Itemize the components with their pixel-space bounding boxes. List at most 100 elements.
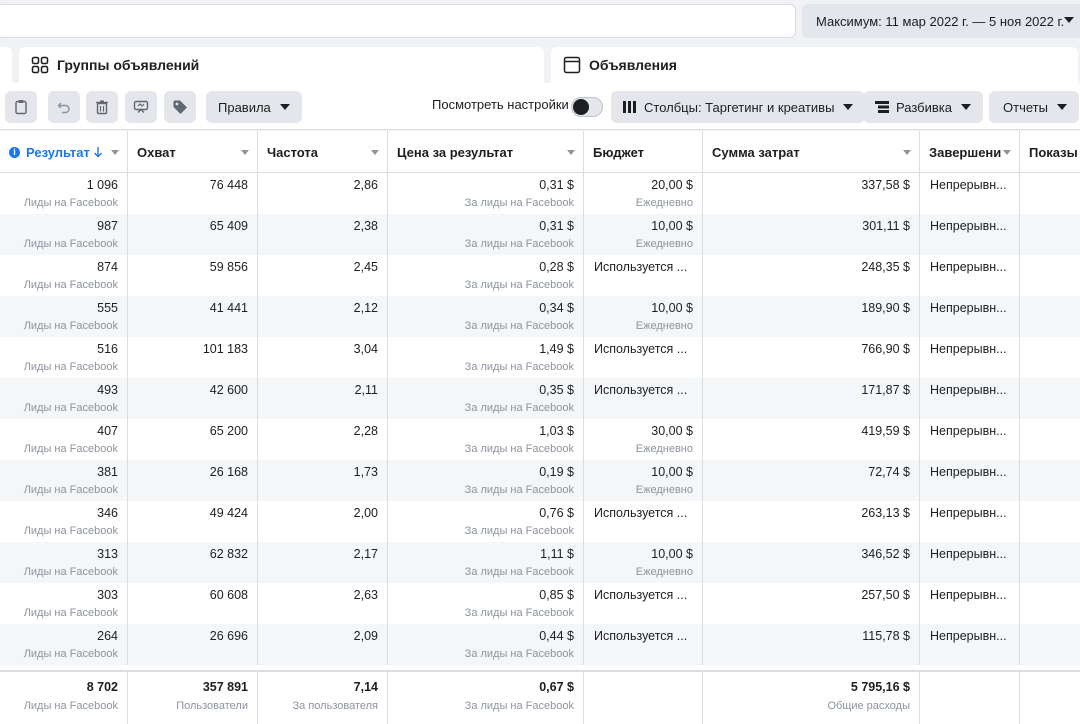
date-range-picker[interactable]: Максимум: 11 мар 2022 г. — 5 ноя 2022 г. <box>802 4 1080 38</box>
cost-per-result-subtitle: За лиды на Facebook <box>464 361 574 373</box>
reach-value: 59 856 <box>209 260 248 274</box>
table-row[interactable]: 264 Лиды на Facebook 26 696 2,09 0,44 $ За ли… <box>0 624 1080 665</box>
budget-value: 10,00 $ <box>651 219 693 233</box>
info-icon: i <box>9 146 20 158</box>
cell-amount-spent: 419,59 $ <box>703 419 920 460</box>
breakdown-dropdown[interactable]: Разбивка <box>863 91 983 123</box>
cell-frequency: 2,09 <box>258 624 388 665</box>
cell-frequency: 2,38 <box>258 214 388 255</box>
cell-ends: Непрерывн... <box>920 296 1020 337</box>
amount-spent-value: 72,74 $ <box>868 465 910 479</box>
column-header-impressions[interactable]: Показы <box>1020 131 1080 173</box>
table-row[interactable]: 313 Лиды на Facebook 62 832 2,17 1,11 $ За ли… <box>0 542 1080 583</box>
delete-button[interactable] <box>86 91 118 123</box>
frequency-value: 1,73 <box>353 465 378 479</box>
cell-cost-per-result: 0,31 $ За лиды на Facebook <box>388 173 584 214</box>
amount-spent-value: 257,50 $ <box>861 588 910 602</box>
reports-dropdown[interactable]: Отчеты <box>989 91 1079 123</box>
cost-per-result-subtitle: За лиды на Facebook <box>464 525 574 537</box>
ends-value: Непрерывн... <box>930 383 1007 397</box>
sort-down-arrow-icon <box>93 147 102 158</box>
cell-impressions <box>1020 214 1080 255</box>
cell-frequency: 2,00 <box>258 501 388 542</box>
tab-ad-sets[interactable]: Группы объявлений <box>19 47 544 83</box>
reach-value: 65 409 <box>209 219 248 233</box>
cost-per-result-value: 0,35 $ <box>539 383 574 397</box>
amount-spent-value: 337,58 $ <box>861 178 910 192</box>
column-header-result[interactable]: i Результат <box>0 131 128 173</box>
result-subtitle: Лиды на Facebook <box>23 648 118 660</box>
cell-result: 493 Лиды на Facebook <box>0 378 128 419</box>
total-cost-per-result-subtitle: За лиды на Facebook <box>464 700 574 712</box>
cell-cost-per-result: 0,31 $ За лиды на Facebook <box>388 214 584 255</box>
duplicate-button[interactable] <box>5 91 37 123</box>
cell-budget: Используется ... <box>584 583 703 624</box>
cell-ends: Непрерывн... <box>920 214 1020 255</box>
rules-dropdown[interactable]: Правила <box>206 91 302 123</box>
result-value: 555 <box>97 301 118 315</box>
cell-reach: 76 448 <box>128 173 258 214</box>
column-header-budget[interactable]: Бюджет <box>584 131 703 173</box>
table-row[interactable]: 303 Лиды на Facebook 60 608 2,63 0,85 $ За ли… <box>0 583 1080 624</box>
table-row[interactable]: 516 Лиды на Facebook 101 183 3,04 1,49 $ За л… <box>0 337 1080 378</box>
total-spent-subtitle: Общие расходы <box>827 700 910 712</box>
amount-spent-value: 301,11 $ <box>862 219 910 233</box>
column-header-label: Показы <box>1029 144 1078 160</box>
column-header-amount-spent[interactable]: Сумма затрат <box>703 131 920 173</box>
column-header-ends[interactable]: Завершени <box>920 131 1020 173</box>
cost-per-result-subtitle: За лиды на Facebook <box>464 566 574 578</box>
cell-amount-spent: 766,90 $ <box>703 337 920 378</box>
tab-campaigns-edge[interactable] <box>0 47 12 83</box>
view-settings-toggle[interactable] <box>571 97 603 117</box>
cell-impressions <box>1020 255 1080 296</box>
cell-ends: Непрерывн... <box>920 460 1020 501</box>
cell-amount-spent: 257,50 $ <box>703 583 920 624</box>
table-row[interactable]: 493 Лиды на Facebook 42 600 2,11 0,35 $ За ли… <box>0 378 1080 419</box>
chevron-down-icon <box>241 150 249 155</box>
tags-button[interactable] <box>164 91 196 123</box>
ends-value: Непрерывн... <box>930 629 1007 643</box>
cell-ends: Непрерывн... <box>920 255 1020 296</box>
trash-icon <box>96 100 108 115</box>
breakdown-label: Разбивка <box>896 99 952 115</box>
cell-ends: Непрерывн... <box>920 337 1020 378</box>
cell-cost-per-result: 0,44 $ За лиды на Facebook <box>388 624 584 665</box>
table-row[interactable]: 874 Лиды на Facebook 59 856 2,45 0,28 $ За ли… <box>0 255 1080 296</box>
tab-ads-label: Объявления <box>589 57 677 73</box>
cell-result: 381 Лиды на Facebook <box>0 460 128 501</box>
table-row[interactable]: 1 096 Лиды на Facebook 76 448 2,86 0,31 $ За … <box>0 173 1080 214</box>
cell-reach: 42 600 <box>128 378 258 419</box>
table-row[interactable]: 987 Лиды на Facebook 65 409 2,38 0,31 $ За ли… <box>0 214 1080 255</box>
reports-label: Отчеты <box>1003 99 1048 115</box>
cell-impressions <box>1020 296 1080 337</box>
columns-dropdown[interactable]: Столбцы: Таргетинг и креативы <box>611 91 866 123</box>
amount-spent-value: 248,35 $ <box>861 260 910 274</box>
tab-ads[interactable]: Объявления <box>551 47 1078 83</box>
ab-test-button[interactable] <box>125 91 157 123</box>
table-row[interactable]: 555 Лиды на Facebook 41 441 2,12 0,34 $ За ли… <box>0 296 1080 337</box>
table-row[interactable]: 346 Лиды на Facebook 49 424 2,00 0,76 $ За ли… <box>0 501 1080 542</box>
cell-impressions <box>1020 624 1080 665</box>
budget-subtitle: Ежедневно <box>635 197 693 209</box>
amount-spent-value: 419,59 $ <box>861 424 910 438</box>
frequency-value: 2,63 <box>353 588 378 602</box>
budget-value: 10,00 $ <box>651 547 693 561</box>
table-row[interactable]: 381 Лиды на Facebook 26 168 1,73 0,19 $ За ли… <box>0 460 1080 501</box>
column-header-frequency[interactable]: Частота <box>258 131 388 173</box>
undo-button[interactable] <box>48 91 80 123</box>
breakdown-icon <box>875 101 889 113</box>
result-value: 987 <box>97 219 118 233</box>
result-subtitle: Лиды на Facebook <box>23 361 118 373</box>
result-value: 874 <box>97 260 118 274</box>
table-row[interactable]: 407 Лиды на Facebook 65 200 2,28 1,03 $ За ли… <box>0 419 1080 460</box>
clipboard-icon <box>15 100 27 115</box>
cell-cost-per-result: 0,19 $ За лиды на Facebook <box>388 460 584 501</box>
budget-value: 20,00 $ <box>651 178 693 192</box>
cost-per-result-value: 0,34 $ <box>539 301 574 315</box>
cost-per-result-subtitle: За лиды на Facebook <box>464 197 574 209</box>
search-filter-input[interactable] <box>0 4 796 38</box>
column-header-cost-per-result[interactable]: Цена за результат <box>388 131 584 173</box>
total-result-cell: 8 702 Лиды на Facebook <box>0 672 128 724</box>
column-header-reach[interactable]: Охват <box>128 131 258 173</box>
column-header-label: Охват <box>137 144 176 160</box>
